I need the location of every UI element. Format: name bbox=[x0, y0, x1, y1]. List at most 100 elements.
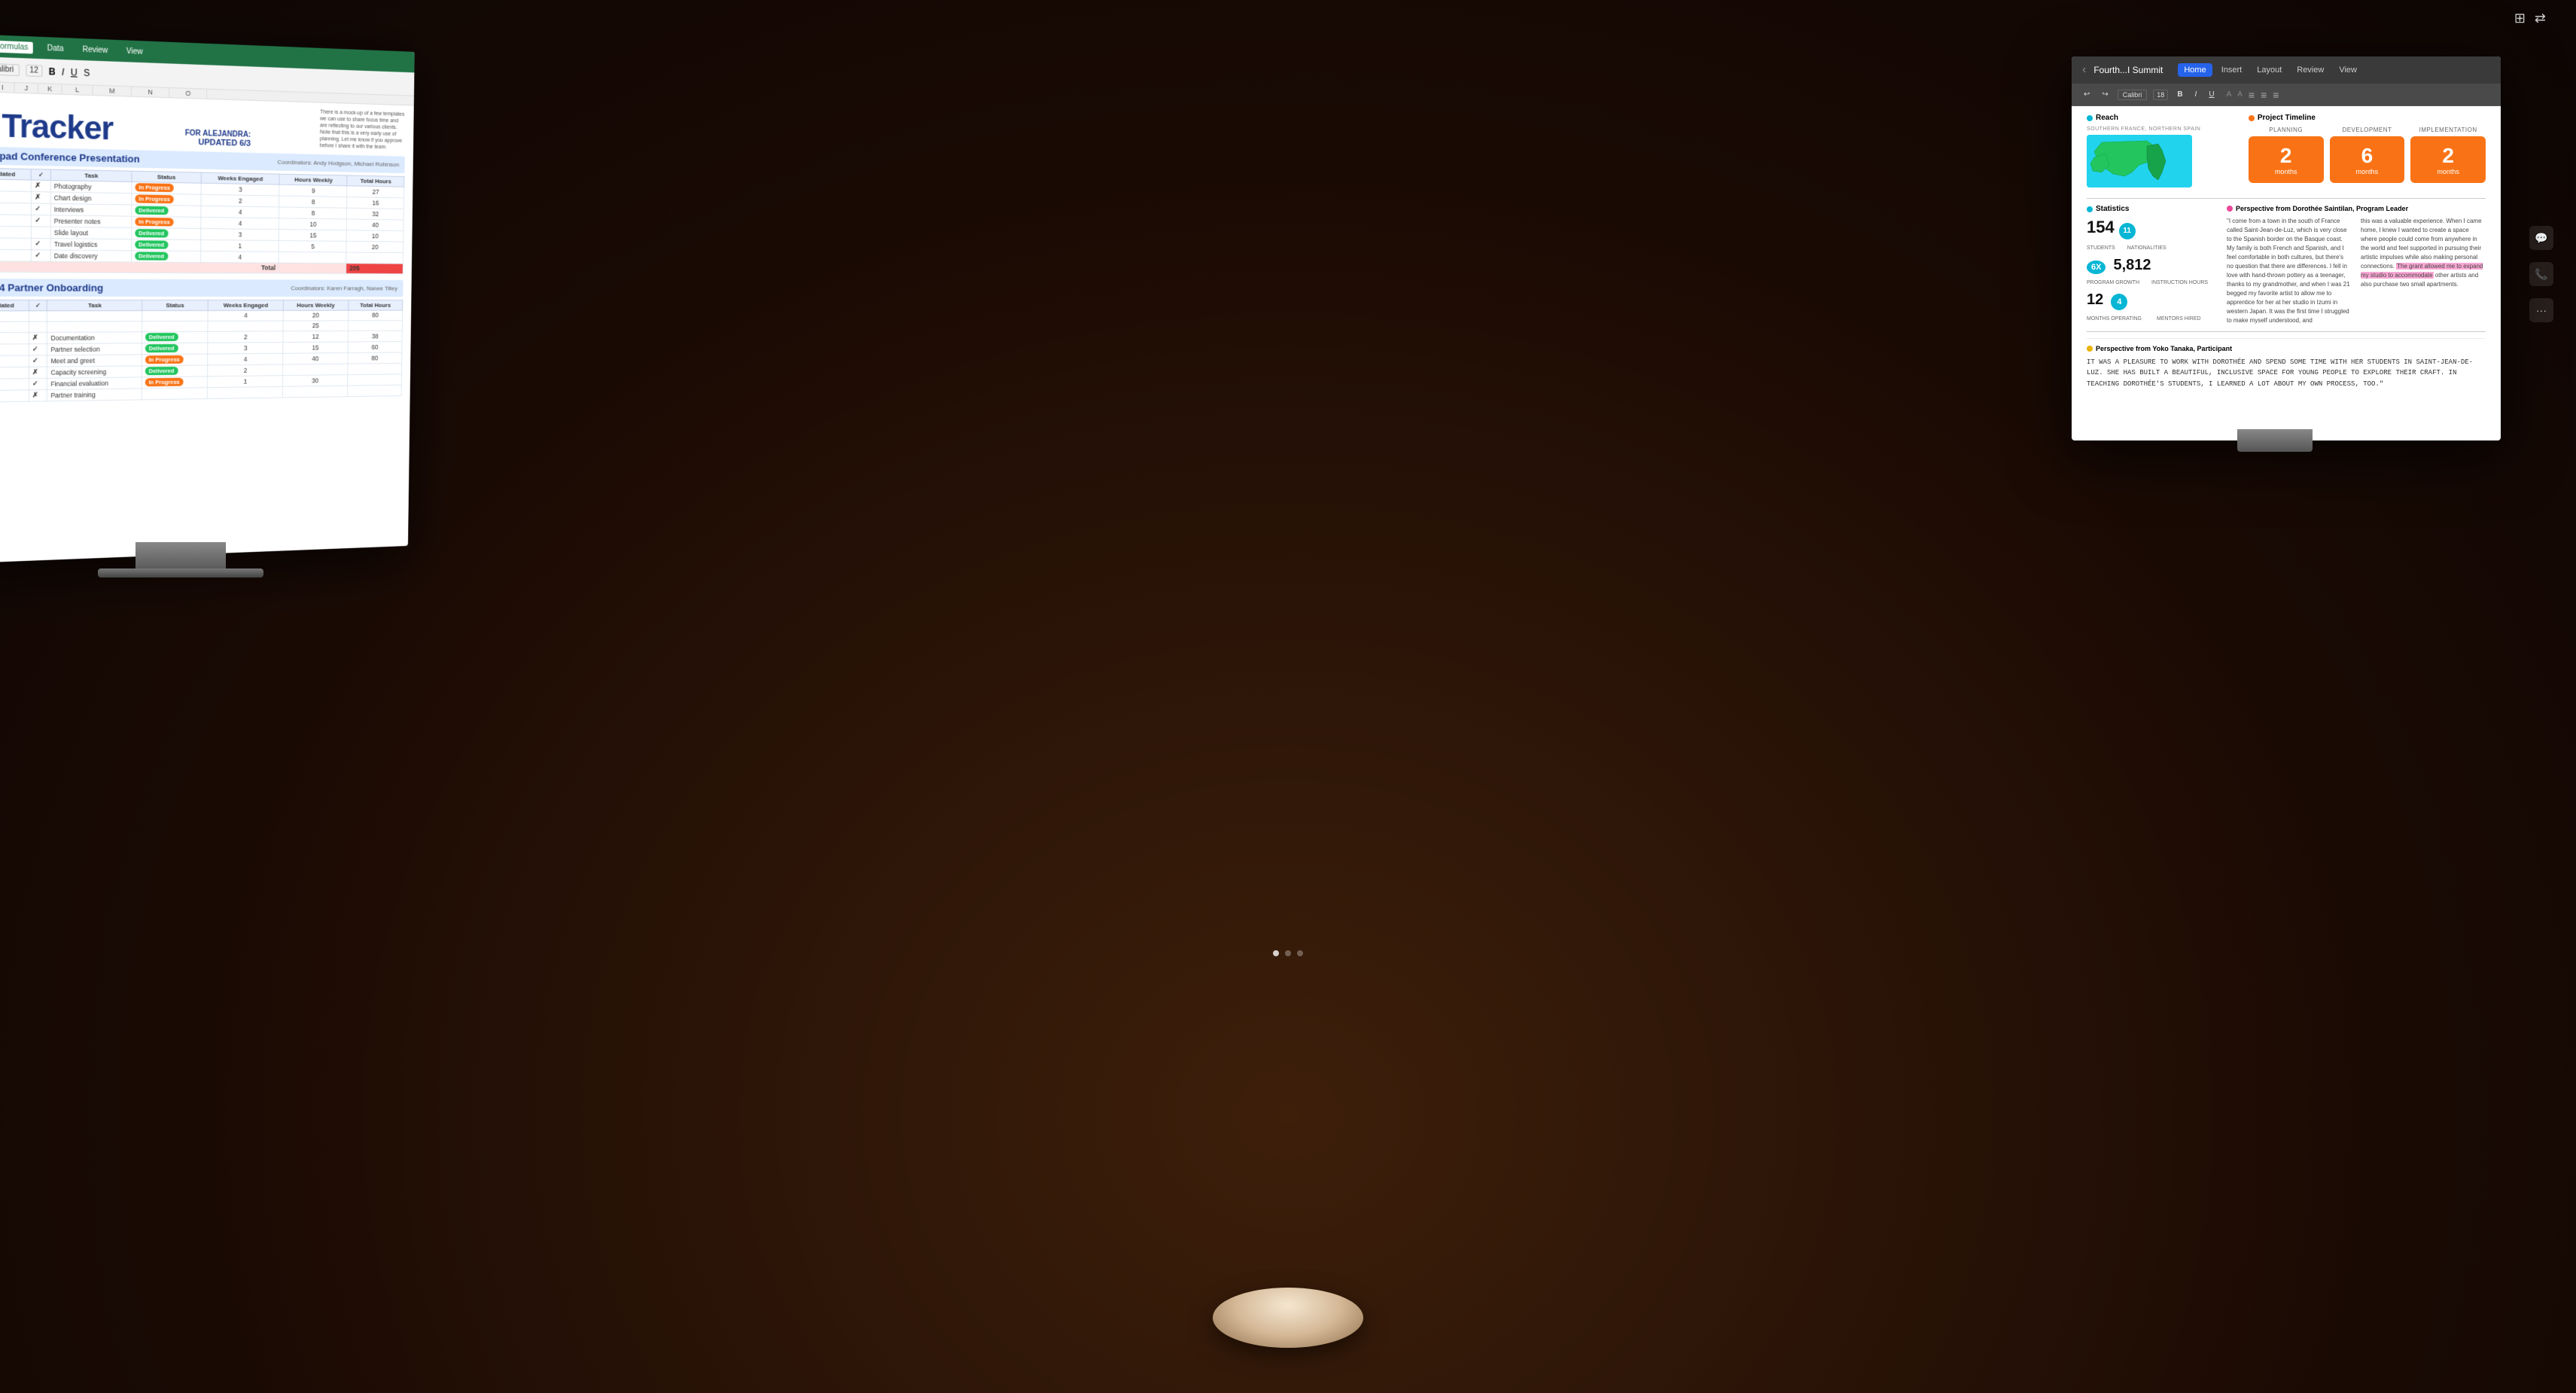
font-size-a[interactable]: A bbox=[2237, 90, 2243, 99]
timeline-dot bbox=[2249, 115, 2255, 121]
phase-impl-box: 2 Months bbox=[2410, 136, 2486, 183]
section1-table: Date Updated ✓ Task Status Weeks Engaged… bbox=[0, 167, 404, 274]
ribbon-tab-data[interactable]: Data bbox=[42, 42, 69, 55]
col-header-date: Date Updated bbox=[0, 167, 32, 179]
col2-header-check: ✓ bbox=[29, 300, 47, 310]
cell-date bbox=[0, 332, 29, 344]
reach-label: Reach bbox=[2096, 114, 2118, 122]
timeline-title-row: Project Timeline bbox=[2249, 114, 2486, 122]
tab-layout[interactable]: Layout bbox=[2251, 63, 2288, 77]
tab-review[interactable]: Review bbox=[2291, 63, 2330, 77]
font-name[interactable]: Calibri bbox=[2118, 90, 2148, 100]
cell-date: May 12 bbox=[0, 355, 29, 367]
align-center[interactable]: ≡ bbox=[2261, 89, 2267, 101]
cell-hours bbox=[282, 364, 347, 376]
grid-icon[interactable]: ⊞ bbox=[2514, 11, 2526, 26]
col-header-check: ✓ bbox=[32, 169, 51, 180]
cell-total: 80 bbox=[348, 352, 402, 364]
cell-hours: 8 bbox=[279, 206, 347, 218]
align-left[interactable]: ≡ bbox=[2249, 89, 2255, 101]
section2-table: Date Updated ✓ Task Status Weeks Engaged… bbox=[0, 299, 403, 402]
cell-date bbox=[0, 225, 32, 238]
cell-date: May 31 bbox=[0, 378, 29, 391]
cell-weeks: 3 bbox=[201, 183, 280, 196]
cell-hours: 15 bbox=[283, 342, 348, 353]
cell-hours: 15 bbox=[279, 229, 347, 241]
cell-task: Photography bbox=[50, 180, 132, 193]
cell-total bbox=[348, 320, 402, 331]
cell-total: 38 bbox=[348, 331, 402, 342]
phase-impl-label: IMPLEMENTATION bbox=[2410, 126, 2486, 133]
tab-home[interactable]: Home bbox=[2178, 63, 2212, 77]
italic-toolbar[interactable]: I bbox=[2192, 89, 2200, 100]
cell-date: May 31 bbox=[0, 237, 32, 249]
cell-task: Chart design bbox=[50, 192, 132, 205]
col2-header-task: Task bbox=[47, 300, 142, 310]
cell-task: Documentation bbox=[47, 331, 142, 343]
italic-btn[interactable]: I bbox=[62, 66, 64, 78]
stats-dot bbox=[2087, 206, 2093, 212]
cell-status bbox=[142, 387, 208, 399]
align-right[interactable]: ≡ bbox=[2273, 89, 2279, 101]
font-color-a[interactable]: A bbox=[2227, 90, 2232, 99]
phone-icon[interactable]: 📞 bbox=[2529, 262, 2553, 286]
yoko-section: Perspective from Yoko Tanaka, Participan… bbox=[2087, 338, 2486, 389]
strikethrough-btn[interactable]: S bbox=[84, 67, 90, 78]
pages-tabs: Home Insert Layout Review View bbox=[2178, 63, 2363, 77]
cell-check: ✗ bbox=[32, 180, 51, 192]
cell-check bbox=[29, 322, 47, 332]
reach-sublabel: SOUTHERN FRANCE, NORTHERN SPAIN bbox=[2087, 126, 2241, 132]
stats-perspective-row: Statistics 154 11 STUDENTS NATIONALITIES… bbox=[2087, 205, 2486, 325]
yoko-dot bbox=[2087, 346, 2093, 352]
cell-check bbox=[29, 310, 47, 321]
monitor-base-left bbox=[98, 568, 263, 578]
reach-timeline-row: Reach SOUTHERN FRANCE, NORTHERN SPAIN bbox=[2087, 114, 2486, 192]
stat-nationalities-label: NATIONALITIES bbox=[2127, 245, 2166, 251]
pagination-dot-1[interactable] bbox=[1273, 950, 1279, 956]
cell-status: In Progress bbox=[142, 376, 208, 388]
underline-toolbar[interactable]: U bbox=[2206, 89, 2217, 100]
excel-window: Draw Formulas Data Review View ↩ ↪ Calib… bbox=[0, 33, 415, 564]
cell-total: 40 bbox=[347, 219, 404, 231]
cell-status: Delivered bbox=[142, 331, 208, 343]
stat-row2: 6X 5,812 bbox=[2087, 257, 2216, 274]
col2-header-weeks: Weeks Engaged bbox=[208, 300, 283, 310]
font-size[interactable]: 12 bbox=[26, 65, 42, 77]
perspective-col1: "I come from a town in the south of Fran… bbox=[2227, 217, 2352, 325]
cell-weeks: 4 bbox=[200, 206, 279, 218]
font-size-toolbar[interactable]: 18 bbox=[2153, 90, 2168, 100]
back-arrow-icon[interactable]: ‹ bbox=[2082, 63, 2086, 77]
toolbar-undo[interactable]: ↩ bbox=[2081, 89, 2093, 100]
cell-check: ✗ bbox=[29, 332, 47, 343]
cell-check: ✓ bbox=[32, 238, 51, 250]
ribbon-tab-view[interactable]: View bbox=[122, 45, 148, 58]
underline-btn[interactable]: U bbox=[71, 66, 78, 78]
cell-total bbox=[347, 363, 401, 374]
font-selector[interactable]: Calibri bbox=[0, 63, 20, 76]
tab-insert[interactable]: Insert bbox=[2215, 63, 2249, 77]
cell-hours: 12 bbox=[283, 331, 348, 342]
cell-weeks: 4 bbox=[208, 353, 283, 365]
bold-btn[interactable]: B bbox=[49, 66, 56, 77]
document-stand bbox=[2237, 429, 2313, 452]
col-j: J bbox=[15, 83, 38, 93]
pages-toolbar: ↩ ↪ Calibri 18 B I U A A ≡ ≡ ≡ bbox=[2072, 84, 2501, 106]
col-n: N bbox=[132, 87, 170, 97]
tab-view[interactable]: View bbox=[2333, 63, 2363, 77]
pagination-dot-2[interactable] bbox=[1285, 950, 1291, 956]
spreadsheet-title: ce Tracker bbox=[0, 108, 113, 145]
phase-impl-unit: Months bbox=[2437, 168, 2459, 175]
bold-toolbar[interactable]: B bbox=[2174, 89, 2185, 100]
phase-planning-number: 2 bbox=[2280, 144, 2292, 168]
cell-date: May 29 bbox=[0, 202, 32, 215]
pagination-dots bbox=[1273, 950, 1303, 956]
spreadsheet-content: ce Tracker FOR ALEJANDRA: UPDATED 6/3 Th… bbox=[0, 91, 414, 409]
perspective-title-row: Perspective from Dorothée Saintilan, Pro… bbox=[2227, 205, 2486, 212]
swap-icon[interactable]: ⇄ bbox=[2535, 11, 2546, 26]
toolbar-redo[interactable]: ↪ bbox=[2099, 89, 2111, 100]
chat-icon[interactable]: 💬 bbox=[2529, 226, 2553, 250]
ribbon-tab-formulas[interactable]: Formulas bbox=[0, 40, 33, 53]
more-icon[interactable]: ··· bbox=[2529, 298, 2553, 322]
pagination-dot-3[interactable] bbox=[1297, 950, 1303, 956]
ribbon-tab-review[interactable]: Review bbox=[78, 44, 112, 56]
